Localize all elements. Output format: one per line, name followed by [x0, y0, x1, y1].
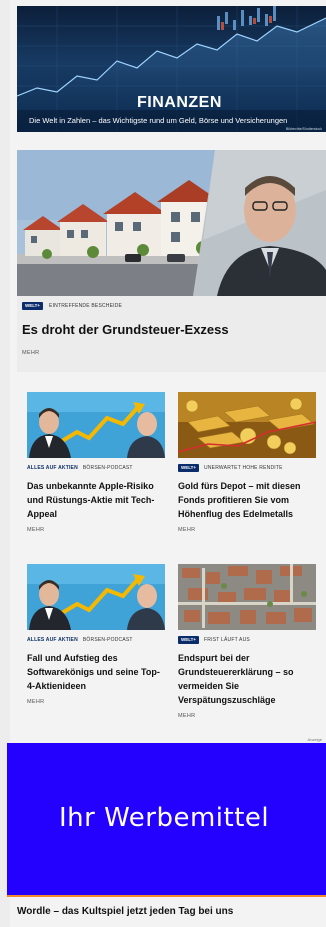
main-teaser-headline[interactable]: Es droht der Grundsteuer-Exzess: [22, 322, 229, 337]
teaser-kicker: BÖRSEN-PODCAST: [82, 637, 133, 643]
ad-label: Anzeige: [307, 737, 322, 742]
podcast-hosts-image: [27, 392, 165, 458]
podcast-badge: ALLES AUF AKTIEN: [27, 465, 78, 471]
teaser-card[interactable]: ALLES AUF AKTIEN BÖRSEN-PODCAST Fall und…: [27, 564, 165, 705]
finanzen-banner[interactable]: FINANZEN Die Welt in Zahlen – das Wichti…: [17, 6, 326, 132]
houses-and-portrait-image: [17, 150, 326, 296]
banner-subtitle: Die Welt in Zahlen – das Wichtigste rund…: [29, 116, 288, 125]
main-teaser-more-link[interactable]: MEHR: [22, 350, 39, 356]
teaser-image[interactable]: [178, 392, 316, 458]
aerial-city-image: [178, 564, 316, 630]
ad-accent-line: [7, 895, 326, 897]
teaser-headline[interactable]: Fall und Aufstieg des Softwarekönigs und…: [27, 651, 165, 693]
banner-title: FINANZEN: [137, 94, 222, 111]
welt-plus-badge: WELT+: [178, 636, 200, 644]
teaser-card[interactable]: WELT+ UNERWARTET HOHE RENDITE Gold fürs …: [178, 392, 316, 533]
ad-banner[interactable]: Ihr Werbemittel: [7, 743, 326, 895]
teaser-headline[interactable]: Das unbekannte Apple-Risiko und Rüstungs…: [27, 479, 165, 521]
welt-plus-badge: WELT+: [178, 464, 200, 472]
teaser-kicker: BÖRSEN-PODCAST: [82, 465, 133, 471]
stock-chart-graphic: [17, 6, 326, 132]
main-teaser-card[interactable]: WELT+ EINTREFFENDE BESCHEIDE Es droht de…: [17, 150, 326, 372]
podcast-badge: ALLES AUF AKTIEN: [27, 637, 78, 643]
teaser-image[interactable]: [178, 564, 316, 630]
main-teaser-badge-row: WELT+ EINTREFFENDE BESCHEIDE: [22, 302, 122, 310]
main-teaser-image[interactable]: [17, 150, 326, 296]
podcast-hosts-image: [27, 564, 165, 630]
page: FINANZEN Die Welt in Zahlen – das Wichti…: [0, 0, 326, 927]
gold-image: [178, 392, 316, 458]
welt-plus-badge: WELT+: [22, 302, 44, 310]
bottom-teaser-headline[interactable]: Wordle – das Kultspiel jetzt jeden Tag b…: [17, 906, 233, 917]
teaser-card[interactable]: ALLES AUF AKTIEN BÖRSEN-PODCAST Das unbe…: [27, 392, 165, 533]
main-teaser-kicker: EINTREFFENDE BESCHEIDE: [49, 303, 123, 309]
ad-text: Ihr Werbemittel: [59, 803, 270, 833]
teaser-more-link[interactable]: MEHR: [178, 527, 316, 533]
teaser-badge-row: WELT+ UNERWARTET HOHE RENDITE: [178, 464, 316, 472]
teaser-more-link[interactable]: MEHR: [178, 713, 316, 719]
teaser-more-link[interactable]: MEHR: [27, 527, 165, 533]
teaser-image[interactable]: [27, 392, 165, 458]
teaser-headline[interactable]: Endspurt bei der Grundsteuererklärung – …: [178, 651, 316, 707]
teaser-headline[interactable]: Gold fürs Depot – mit diesen Fonds profi…: [178, 479, 316, 521]
teaser-card[interactable]: WELT+ FRIST LÄUFT AUS Endspurt bei der G…: [178, 564, 316, 719]
teaser-badge-row: WELT+ FRIST LÄUFT AUS: [178, 636, 316, 644]
teaser-badge-row: ALLES AUF AKTIEN BÖRSEN-PODCAST: [27, 464, 165, 472]
teaser-badge-row: ALLES AUF AKTIEN BÖRSEN-PODCAST: [27, 636, 165, 644]
banner-credit: Bildrechte/Shutterstock: [286, 127, 322, 131]
teaser-kicker: UNERWARTET HOHE RENDITE: [204, 465, 283, 471]
teaser-kicker: FRIST LÄUFT AUS: [204, 637, 250, 643]
teaser-image[interactable]: [27, 564, 165, 630]
teaser-more-link[interactable]: MEHR: [27, 699, 165, 705]
